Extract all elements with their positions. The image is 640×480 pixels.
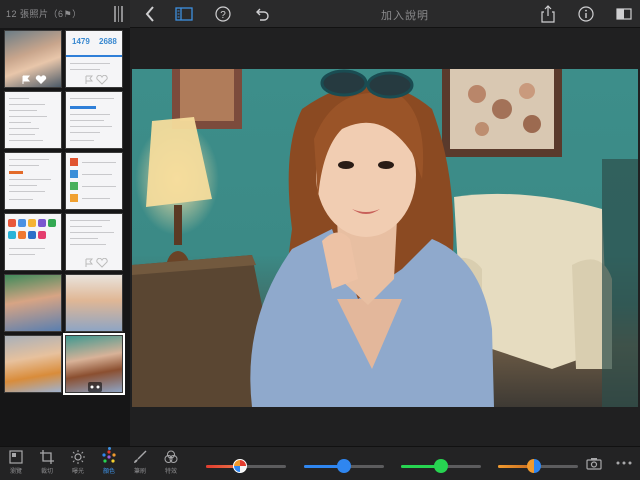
more-options-icon[interactable]: [614, 453, 634, 473]
greens-slider-knob[interactable]: [434, 459, 448, 473]
thumbnail-sidebar[interactable]: 1479 2688: [0, 28, 130, 446]
album-header: 12 張照片（6⚑）: [0, 0, 130, 28]
edit-toolbar: 瀏覽 裁切 曝光 顏色 筆刷 特效: [0, 446, 640, 480]
svg-text:?: ?: [220, 10, 226, 21]
photo-count-label: 12 張照片（6⚑）: [6, 9, 82, 19]
brush-icon: [134, 450, 147, 463]
blues-slider-knob[interactable]: [337, 459, 351, 473]
browse-icon: [9, 450, 23, 464]
crop-icon: [40, 450, 54, 464]
effects-tool[interactable]: 特效: [157, 450, 185, 480]
greens-slider[interactable]: [401, 459, 481, 473]
saturation-slider[interactable]: [206, 459, 286, 473]
skin-tones-slider-knob[interactable]: [527, 459, 541, 473]
thumbnail-screenshot[interactable]: [65, 91, 123, 149]
active-indicator: [107, 447, 111, 450]
main-photo[interactable]: [132, 69, 638, 407]
color-tool[interactable]: 顏色: [95, 447, 123, 480]
tool-label: 筆刷: [133, 469, 146, 475]
photo-canvas[interactable]: [130, 28, 640, 446]
thumbnail-photo[interactable]: [65, 274, 123, 332]
thumbnail-screenshot[interactable]: [65, 152, 123, 210]
flag-heart-icon: [22, 75, 47, 84]
thumbnail-stat-left: 1479: [72, 37, 90, 46]
help-icon[interactable]: ?: [213, 4, 233, 24]
sidebar-resize-grip-icon[interactable]: [114, 6, 124, 22]
thumbnail-screenshot[interactable]: [4, 152, 62, 210]
camera-icon[interactable]: [584, 453, 604, 473]
skin-tones-slider[interactable]: [498, 459, 578, 473]
top-toolbar: 12 張照片（6⚑） ? 加入說明: [0, 0, 640, 28]
thumbnail-photo-selected[interactable]: [63, 333, 125, 395]
share-icon[interactable]: [538, 4, 558, 24]
blues-slider[interactable]: [304, 459, 384, 473]
exposure-tool[interactable]: 曝光: [64, 450, 92, 480]
exposure-icon: [71, 450, 85, 464]
tool-label: 瀏覽: [9, 469, 22, 475]
thumbnail-stat-right: 2688: [99, 37, 117, 46]
add-caption-title[interactable]: 加入說明: [360, 7, 450, 23]
undo-icon[interactable]: [252, 4, 272, 24]
back-chevron-icon[interactable]: [140, 4, 160, 24]
effects-icon: [164, 450, 178, 463]
sidebar-toggle-icon[interactable]: [174, 4, 194, 24]
color-icon: [102, 450, 116, 463]
thumbnail-photo[interactable]: [4, 335, 62, 393]
thumbnail-screenshot[interactable]: [4, 213, 62, 271]
thumbnail-screenshot[interactable]: [4, 91, 62, 149]
edited-badge-icon: [88, 382, 102, 392]
tool-label: 曝光: [71, 469, 84, 475]
tool-label: 特效: [164, 469, 177, 475]
photo-illustration: [132, 69, 638, 407]
tool-label: 裁切: [40, 469, 53, 475]
compare-icon[interactable]: [614, 4, 634, 24]
info-icon[interactable]: [576, 4, 596, 24]
thumbnail-photo[interactable]: [4, 274, 62, 332]
browse-tool[interactable]: 瀏覽: [2, 450, 30, 480]
brush-tool[interactable]: 筆刷: [126, 450, 154, 480]
thumbnail-photo[interactable]: [4, 30, 62, 88]
thumbnail-screenshot[interactable]: [65, 213, 123, 271]
thumbnail-screenshot[interactable]: 1479 2688: [65, 30, 123, 88]
crop-tool[interactable]: 裁切: [33, 450, 61, 480]
saturation-slider-knob[interactable]: [233, 459, 247, 473]
tool-label: 顏色: [102, 469, 115, 475]
